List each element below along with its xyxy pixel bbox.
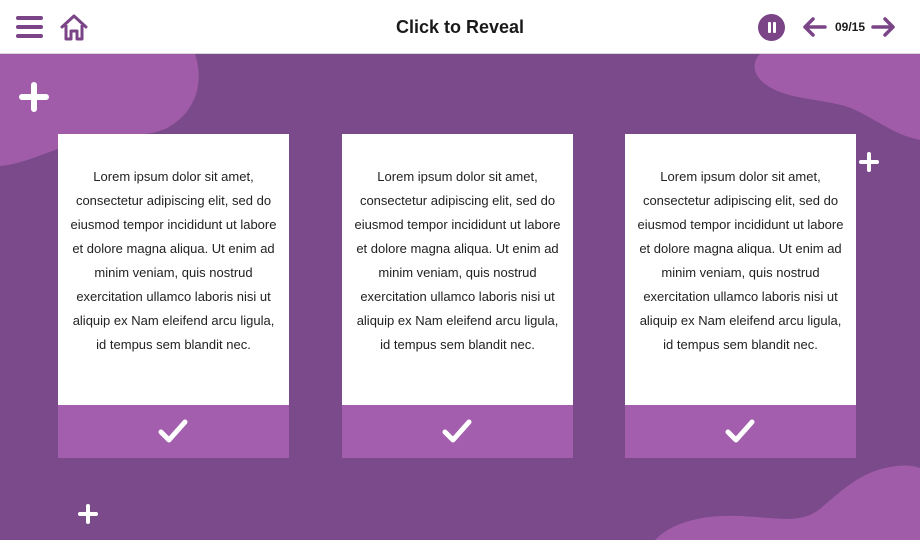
reveal-button[interactable] (625, 405, 856, 458)
reveal-button[interactable] (342, 405, 573, 458)
plus-icon (19, 82, 49, 112)
reveal-button[interactable] (58, 405, 289, 458)
checkmark-icon (725, 419, 755, 443)
plus-icon (859, 152, 879, 172)
page-counter: 09/15 (834, 20, 866, 34)
arrow-left-icon (803, 17, 827, 37)
card-text: Lorem ipsum dolor sit amet, consectetur … (625, 134, 856, 405)
checkmark-icon (158, 419, 188, 443)
previous-button[interactable] (801, 16, 827, 38)
next-button[interactable] (871, 16, 897, 38)
card-text: Lorem ipsum dolor sit amet, consectetur … (342, 134, 573, 405)
plus-icon (78, 504, 98, 524)
reveal-card: Lorem ipsum dolor sit amet, consectetur … (58, 134, 289, 458)
card-text: Lorem ipsum dolor sit amet, consectetur … (58, 134, 289, 405)
reveal-card: Lorem ipsum dolor sit amet, consectetur … (625, 134, 856, 458)
reveal-card: Lorem ipsum dolor sit amet, consectetur … (342, 134, 573, 458)
checkmark-icon (442, 419, 472, 443)
top-bar: Click to Reveal 09/15 (0, 0, 920, 54)
content-stage: Lorem ipsum dolor sit amet, consectetur … (0, 54, 920, 540)
pause-button[interactable] (758, 14, 785, 41)
arrow-right-icon (871, 17, 895, 37)
